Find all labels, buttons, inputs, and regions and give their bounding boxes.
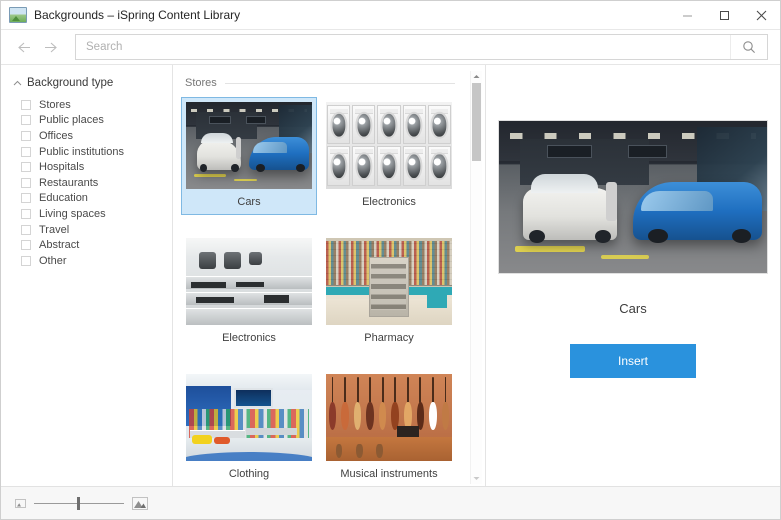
card-label: Electronics (222, 332, 276, 344)
filter-sidebar: Background type Stores Public places Off… (1, 65, 173, 486)
checkbox[interactable] (21, 115, 31, 126)
card-thumbnail (186, 238, 312, 325)
zoom-slider[interactable] (34, 496, 124, 510)
card-electronics-1[interactable]: Electronics (321, 97, 457, 215)
facet-label: Offices (39, 129, 74, 142)
main-body: Background type Stores Public places Off… (1, 65, 780, 486)
facet-label: Public institutions (39, 145, 124, 158)
facet-item-public-places[interactable]: Public places (1, 113, 172, 129)
card-thumbnail (326, 238, 452, 325)
facet-label: Living spaces (39, 207, 106, 220)
checkbox[interactable] (21, 255, 31, 266)
caret-down-icon[interactable] (471, 473, 482, 484)
checkbox[interactable] (21, 177, 31, 188)
facet-item-abstract[interactable]: Abstract (1, 237, 172, 253)
checkbox[interactable] (21, 99, 31, 110)
card-label: Musical instruments (340, 468, 438, 480)
search-icon[interactable] (730, 35, 767, 59)
insert-button[interactable]: Insert (570, 344, 696, 378)
facet-item-hospitals[interactable]: Hospitals (1, 159, 172, 175)
maximize-button[interactable] (706, 1, 743, 29)
facet-item-stores[interactable]: Stores (1, 97, 172, 113)
scrollbar-thumb[interactable] (472, 83, 481, 161)
small-image-icon[interactable] (15, 498, 26, 508)
card-electronics-2[interactable]: Electronics (181, 233, 317, 351)
facet-item-education[interactable]: Education (1, 191, 172, 207)
section-header: Stores (173, 65, 473, 89)
checkbox[interactable] (21, 162, 31, 173)
status-bar (1, 486, 780, 519)
facet-list: Stores Public places Offices Public inst… (1, 97, 172, 269)
preview-caption: Cars (619, 301, 647, 316)
search-field[interactable] (75, 34, 768, 60)
card-musical-instruments[interactable]: Musical instruments (321, 369, 457, 486)
checkbox[interactable] (21, 240, 31, 251)
window-controls (669, 1, 780, 29)
card-thumbnail (186, 374, 312, 461)
checkbox[interactable] (21, 193, 31, 204)
facet-item-other[interactable]: Other (1, 253, 172, 269)
forward-arrow-icon[interactable] (39, 36, 61, 58)
card-pharmacy[interactable]: Pharmacy (321, 233, 457, 351)
section-divider (224, 82, 455, 84)
preview-panel: Cars Insert (486, 65, 780, 486)
card-label: Pharmacy (364, 332, 414, 344)
card-list: Cars Electronics Electronics Pharmacy Cl… (173, 89, 473, 486)
facet-item-travel[interactable]: Travel (1, 222, 172, 238)
facet-label: Education (39, 192, 88, 205)
facet-item-living-spaces[interactable]: Living spaces (1, 206, 172, 222)
facet-title: Background type (27, 77, 114, 89)
chevron-up-icon (11, 77, 23, 89)
section-title: Stores (185, 77, 217, 89)
facet-label: Abstract (39, 239, 80, 252)
app-window: Backgrounds – iSpring Content Library Se… (0, 0, 781, 520)
preview-image (498, 120, 768, 274)
card-thumbnail (186, 102, 312, 189)
facet-label: Public places (39, 114, 104, 127)
card-thumbnail (326, 102, 452, 189)
facet-label: Travel (39, 223, 70, 236)
large-image-icon[interactable] (132, 496, 148, 510)
results-grid: Stores Cars Electronics Electronics Phar… (173, 65, 473, 486)
facet-item-public-institutions[interactable]: Public institutions (1, 144, 172, 160)
card-cars[interactable]: Cars (181, 97, 317, 215)
close-button[interactable] (743, 1, 780, 29)
facet-label: Hospitals (39, 161, 85, 174)
checkbox[interactable] (21, 146, 31, 157)
checkbox[interactable] (21, 130, 31, 141)
title-bar: Backgrounds – iSpring Content Library (1, 1, 780, 30)
checkbox[interactable] (21, 224, 31, 235)
image-icon (9, 7, 27, 23)
minimize-button[interactable] (669, 1, 706, 29)
grid-scrollbar[interactable] (470, 71, 482, 484)
card-clothing[interactable]: Clothing (181, 369, 317, 486)
facet-item-restaurants[interactable]: Restaurants (1, 175, 172, 191)
card-thumbnail (326, 374, 452, 461)
card-label: Electronics (362, 196, 416, 208)
checkbox[interactable] (21, 208, 31, 219)
window-title: Backgrounds – iSpring Content Library (34, 8, 241, 22)
search-toolbar (1, 30, 780, 65)
search-input[interactable] (76, 35, 730, 59)
facet-label: Restaurants (39, 176, 99, 189)
facet-label: Other (39, 254, 67, 267)
slider-thumb[interactable] (77, 496, 81, 510)
facet-item-offices[interactable]: Offices (1, 128, 172, 144)
card-label: Cars (237, 196, 261, 208)
card-label: Clothing (228, 468, 270, 480)
facet-label: Stores (39, 98, 71, 111)
facet-header[interactable]: Background type (1, 77, 172, 89)
caret-up-icon[interactable] (471, 71, 482, 82)
back-arrow-icon[interactable] (13, 36, 35, 58)
results-grid-panel: Stores Cars Electronics Electronics Phar… (173, 65, 486, 486)
